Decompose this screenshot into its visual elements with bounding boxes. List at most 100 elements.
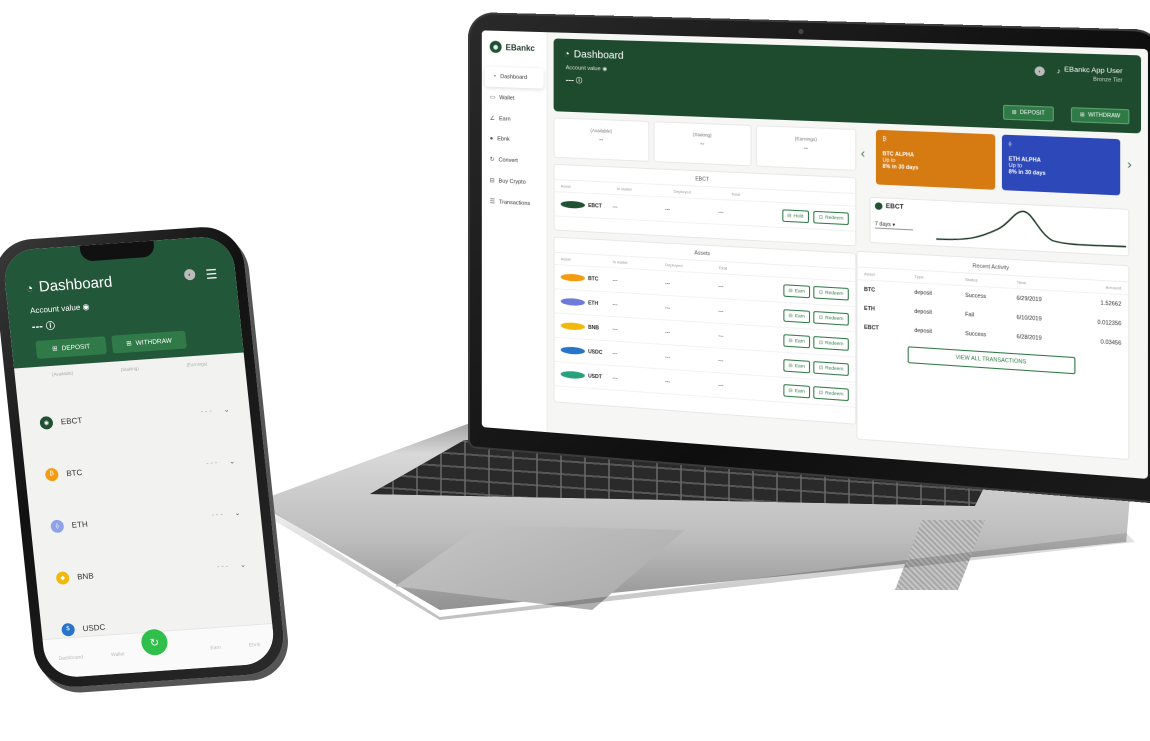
account-value: --- ⓘ bbox=[566, 75, 582, 85]
user-menu[interactable]: EBankc App User Bronze Tier bbox=[1064, 66, 1122, 84]
column-header: Type bbox=[914, 273, 924, 280]
sidebar-item-dashboard[interactable]: ◔ Dashboard bbox=[484, 66, 544, 89]
chevron-left-icon[interactable]: ‹ bbox=[861, 146, 865, 161]
earn-icon: ⊟ bbox=[788, 362, 793, 368]
column-header: Status bbox=[965, 276, 978, 283]
mobile-withdraw-button[interactable]: ⊞ WITHDRAW bbox=[111, 330, 187, 354]
asset-cell: ETH bbox=[560, 297, 613, 308]
sidebar-nav: ◔ Dashboard ▭ Wallet ∠ Earn ● Ebnk ↻ Convert … bbox=[482, 66, 547, 215]
earn-button[interactable]: ⊟ Earn bbox=[783, 283, 811, 298]
earn-label: Earn bbox=[794, 287, 805, 294]
nav-item-ebnk[interactable]: Ebnk bbox=[249, 641, 261, 648]
wallet-cell: --- bbox=[612, 325, 618, 333]
hold-button[interactable]: ⊟ Hold bbox=[782, 208, 809, 223]
sidebar-item-earn[interactable]: ∠ Earn bbox=[482, 108, 547, 132]
deposit-button[interactable]: ⊞ DEPOSIT bbox=[1002, 104, 1054, 122]
recent-activity-card: Recent Activity Asset Type Status Time A… bbox=[856, 250, 1130, 461]
sidebar-item-convert[interactable]: ↻ Convert bbox=[482, 149, 547, 173]
withdraw-button[interactable]: ⊞ WITHDRAW bbox=[1070, 107, 1130, 125]
earn-button[interactable]: ⊟ Earn bbox=[783, 383, 811, 398]
coin-value: - - - bbox=[205, 459, 218, 467]
asset-cell: BNB bbox=[560, 321, 613, 332]
list-icon: ☰ bbox=[489, 199, 496, 206]
activity-status: Success bbox=[965, 292, 987, 301]
mobile-page-title: ◔ Dashboard bbox=[25, 274, 113, 297]
user-name: EBankc App User bbox=[1064, 66, 1123, 76]
promo-card-eth[interactable]: ⟠ ETH ALPHA Up to 8% in 30 days bbox=[1001, 134, 1121, 196]
column-header: Time bbox=[1016, 279, 1027, 286]
column-header: Asset bbox=[560, 256, 571, 262]
hold-label: Hold bbox=[793, 212, 804, 219]
view-all-transactions-button[interactable]: VIEW ALL TRANSACTIONS bbox=[907, 346, 1076, 375]
activity-asset: ETH bbox=[863, 305, 875, 313]
phone-screen: ◔ Dashboard ◐ ☰ Account value ◉ --- ⓘ ⊞ D… bbox=[1, 235, 277, 679]
redeem-button[interactable]: ⊡ Redeem bbox=[813, 310, 849, 326]
ebct-icon: ◉ bbox=[39, 415, 54, 430]
eth-icon bbox=[560, 297, 585, 307]
hamburger-menu-icon[interactable]: ☰ bbox=[205, 266, 218, 283]
brand-logo[interactable]: ◉ EBankc bbox=[482, 30, 547, 64]
sidebar-item-transactions[interactable]: ☰ Transactions bbox=[482, 191, 547, 215]
chart-coin: EBCT bbox=[874, 202, 904, 211]
asset-name: EBCT bbox=[588, 202, 602, 210]
wallet-cell: --- bbox=[612, 203, 618, 210]
assets-table-body: BTC --- --- --- ⊟ Earn ⊡ Redeem ETH --- --- --- ⊟ Ear… bbox=[554, 264, 856, 408]
activity-amount: 0.03456 bbox=[1100, 339, 1122, 348]
asset-name: BNB bbox=[588, 324, 600, 332]
redeem-button[interactable]: ⊡ Redeem bbox=[813, 210, 849, 225]
earn-button[interactable]: ⊟ Earn bbox=[783, 358, 811, 373]
activity-asset: BTC bbox=[863, 286, 876, 294]
redeem-label: Redeem bbox=[825, 339, 844, 347]
eye-icon[interactable]: ◉ bbox=[82, 302, 90, 311]
stat-earnings: (Earnings) -- bbox=[755, 125, 857, 171]
redeem-button[interactable]: ⊡ Redeem bbox=[813, 385, 849, 401]
laptop-lid: ◉ EBankc ◔ Dashboard ▭ Wallet ∠ Earn ● Ebnk … bbox=[468, 12, 1150, 505]
account-label-text: Account value bbox=[29, 302, 81, 316]
action-cell: ⊟ Earn ⊡ Redeem bbox=[772, 358, 849, 376]
earn-icon: ⊟ bbox=[788, 312, 793, 318]
promo-card-btc[interactable]: ₿ BTC ALPHA Up to 8% in 30 days bbox=[875, 129, 996, 190]
column-header: Asset bbox=[863, 271, 875, 277]
range-select[interactable]: 7 days ▾ bbox=[874, 221, 913, 231]
bitcoin-icon: ₿ bbox=[882, 136, 887, 143]
sidebar-item-ebnk[interactable]: ● Ebnk bbox=[482, 129, 547, 152]
eye-icon[interactable]: ◉ bbox=[602, 66, 607, 72]
stage: ◉ EBankc ◔ Dashboard ▭ Wallet ∠ Earn ● Ebnk … bbox=[0, 0, 1150, 741]
info-icon[interactable]: ⓘ bbox=[576, 79, 582, 85]
action-cell: ⊟ Earn ⊡ Redeem bbox=[772, 383, 849, 401]
avatar[interactable]: ◐ bbox=[1034, 66, 1045, 77]
earn-button[interactable]: ⊟ Earn bbox=[783, 333, 811, 348]
info-icon[interactable]: ⓘ bbox=[45, 321, 55, 332]
nav-item-dashboard[interactable]: Dashboard bbox=[58, 654, 83, 662]
action-cell: ⊟ Earn ⊡ Redeem bbox=[772, 283, 849, 301]
mobile-deposit-button[interactable]: ⊞ DEPOSIT bbox=[35, 336, 108, 359]
redeem-label: Redeem bbox=[825, 364, 844, 372]
bitcoin-icon: ₿ bbox=[44, 467, 59, 482]
asset-cell: BTC bbox=[560, 273, 613, 283]
asset-cell: EBCT bbox=[560, 200, 613, 211]
stat-value: -- bbox=[599, 137, 604, 144]
redeem-button[interactable]: ⊡ Redeem bbox=[813, 285, 849, 301]
stat-label: (Staking) bbox=[120, 365, 139, 373]
nav-item-wallet[interactable]: Wallet bbox=[111, 651, 125, 658]
bell-icon[interactable]: ♪ bbox=[1057, 68, 1061, 76]
nav-item-earn[interactable]: Earn bbox=[210, 644, 221, 651]
chevron-down-icon: ⌄ bbox=[228, 458, 236, 466]
mobile-account-value: --- ⓘ bbox=[31, 319, 55, 334]
deployed-cell: --- bbox=[665, 378, 671, 385]
asset-cell: USDC bbox=[560, 346, 613, 357]
coin-label: BNB bbox=[76, 570, 95, 582]
earn-button[interactable]: ⊟ Earn bbox=[783, 308, 811, 323]
chevron-down-icon: ▾ bbox=[892, 222, 896, 229]
sparkline-path bbox=[936, 207, 1126, 249]
avatar[interactable]: ◐ bbox=[183, 268, 196, 281]
earn-label: Earn bbox=[794, 362, 805, 369]
user-tier: Bronze Tier bbox=[1093, 76, 1123, 85]
redeem-button[interactable]: ⊡ Redeem bbox=[813, 335, 849, 351]
gauge-icon: ◔ bbox=[492, 73, 497, 80]
activity-time: 6/10/2019 bbox=[1016, 314, 1042, 323]
redeem-button[interactable]: ⊡ Redeem bbox=[813, 360, 849, 376]
sidebar-item-label: Ebnk bbox=[497, 136, 510, 143]
chevron-right-icon[interactable]: › bbox=[1127, 157, 1132, 172]
sidebar-item-wallet[interactable]: ▭ Wallet bbox=[482, 86, 547, 109]
